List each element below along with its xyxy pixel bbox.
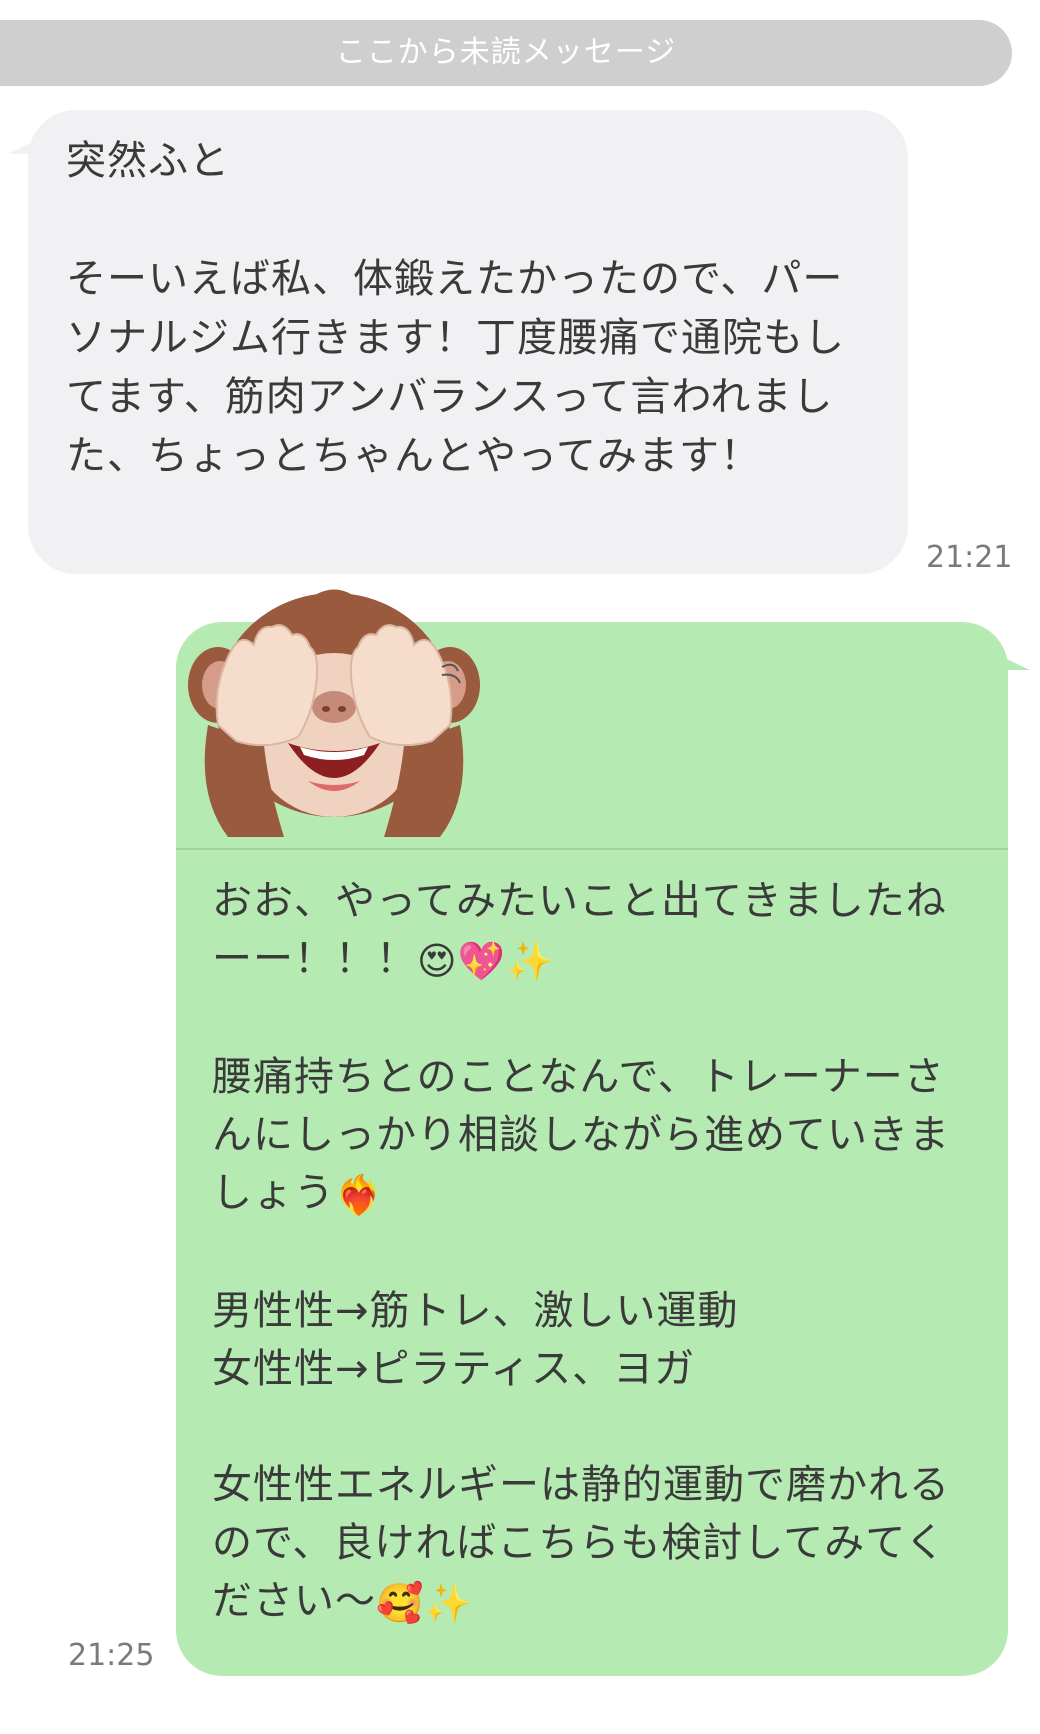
outgoing-message-text: おお、やってみたいこと出てきましたねーー！！！😍💖✨ 腰痛持ちとのことなんで、ト… [212,872,982,1632]
para3-line1: 男性性→筋トレ、激しい運動 [212,1288,739,1334]
sparkling-heart-emoji: 💖 [457,939,506,983]
para3-line2: 女性性→ピラティス、ヨガ [212,1346,696,1392]
heart-on-fire-emoji: ❤️‍🔥 [335,1173,384,1217]
incoming-message-bubble[interactable]: 突然ふと そーいえば私、体鍛えたかったので、パーソナルジム行きます！丁度腰痛で通… [28,110,908,574]
see-no-evil-monkey-icon[interactable] [188,575,480,853]
heart-eyes-emoji: 😍 [417,939,458,983]
para4-text: 女性性エネルギーは静的運動で磨かれるので、良ければこちらも検討してみてください〜 [212,1462,950,1624]
unread-messages-divider: ここから未読メッセージ [0,20,1012,86]
smiling-hearts-emoji: 🥰 [376,1581,425,1625]
outgoing-message-time: 21:25 [68,1638,155,1673]
sparkles-emoji: ✨ [505,939,555,983]
para2-text: 腰痛持ちとのことなんで、トレーナーさんにしっかり相談しながら進めていきましょう [212,1054,950,1216]
para1-text: おお、やってみたいこと出てきましたねーー！！！ [212,878,947,982]
incoming-message-time: 21:21 [926,540,1013,575]
sparkles-emoji: ✨ [424,1581,473,1625]
